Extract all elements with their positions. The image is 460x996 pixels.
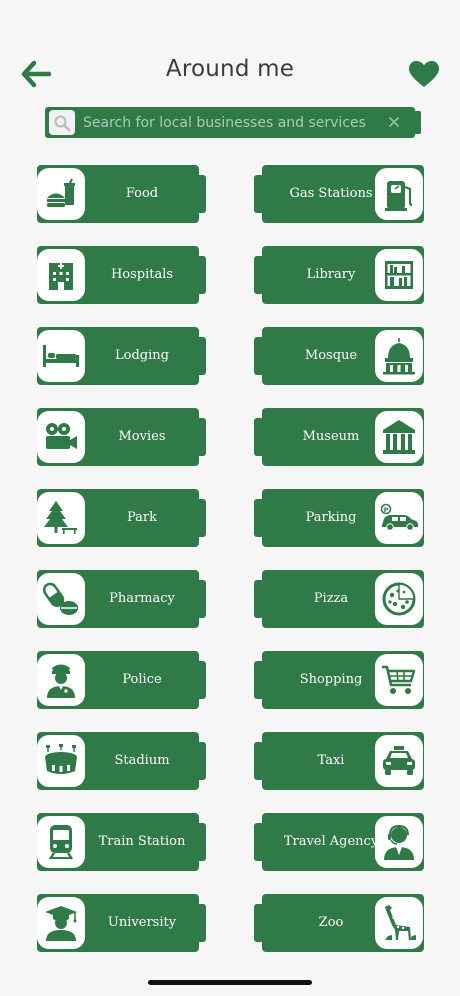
category-label: Shopping: [299, 672, 363, 687]
train-icon: [37, 816, 85, 868]
category-label: Pharmacy: [109, 591, 175, 606]
category-label: Lodging: [115, 348, 169, 363]
clear-search-button[interactable]: [385, 113, 403, 131]
category-tile-zoo[interactable]: Zoo: [254, 894, 424, 952]
category-label: Parking: [305, 510, 357, 525]
category-tile-park[interactable]: Park: [37, 489, 207, 547]
search-icon-box[interactable]: [49, 110, 75, 135]
search-bar: [45, 107, 421, 138]
pills-icon: [37, 573, 85, 625]
category-label: University: [107, 915, 177, 930]
category-label: Mosque: [304, 348, 358, 363]
favorites-button[interactable]: [404, 54, 444, 94]
category-label: Travel Agency: [283, 834, 379, 849]
category-tile-movies[interactable]: Movies: [37, 408, 207, 466]
category-label: Train Station: [98, 834, 186, 849]
category-tile-police[interactable]: Police: [37, 651, 207, 709]
home-indicator: [148, 980, 312, 985]
close-icon: [389, 117, 399, 127]
category-tile-gas-stations[interactable]: Gas Stations: [254, 165, 424, 223]
search-input[interactable]: [83, 107, 383, 138]
category-label: Gas Stations: [289, 186, 373, 201]
bed-icon: [37, 330, 85, 382]
graduate-icon: [37, 897, 85, 949]
stadium-icon: [37, 735, 85, 787]
category-tile-travel-agency[interactable]: Travel Agency: [254, 813, 424, 871]
category-tile-pizza[interactable]: Pizza: [254, 570, 424, 628]
around-me-screen: Around me Food Gas Stations Hospitals Libra…: [0, 0, 460, 996]
tree-icon: [37, 492, 85, 544]
category-label: Police: [122, 672, 162, 687]
film-camera-icon: [37, 411, 85, 463]
category-tile-food[interactable]: Food: [37, 165, 207, 223]
category-label: Hospitals: [110, 267, 174, 282]
category-tile-shopping[interactable]: Shopping: [254, 651, 424, 709]
category-tile-lodging[interactable]: Lodging: [37, 327, 207, 385]
category-label: Museum: [302, 429, 360, 444]
category-tile-museum[interactable]: Museum: [254, 408, 424, 466]
category-label: Food: [125, 186, 159, 201]
category-tile-university[interactable]: University: [37, 894, 207, 952]
hospital-icon: [37, 249, 85, 301]
page-title: Around me: [165, 56, 295, 82]
header: Around me: [0, 44, 460, 104]
category-tile-pharmacy[interactable]: Pharmacy: [37, 570, 207, 628]
food-icon: [37, 168, 85, 220]
magnifier-icon: [54, 115, 71, 131]
category-label: Zoo: [318, 915, 344, 930]
category-label: Movies: [118, 429, 166, 444]
police-officer-icon: [37, 654, 85, 706]
category-tile-library[interactable]: Library: [254, 246, 424, 304]
category-label: Taxi: [317, 753, 345, 768]
category-tile-mosque[interactable]: Mosque: [254, 327, 424, 385]
category-tile-train-station[interactable]: Train Station: [37, 813, 207, 871]
category-tile-taxi[interactable]: Taxi: [254, 732, 424, 790]
category-label: Library: [306, 267, 356, 282]
heart-icon: [409, 61, 439, 87]
category-tile-parking[interactable]: P Parking: [254, 489, 424, 547]
category-tile-stadium[interactable]: Stadium: [37, 732, 207, 790]
category-label: Pizza: [313, 591, 349, 606]
category-label: Park: [126, 510, 157, 525]
category-label: Stadium: [114, 753, 170, 768]
category-tile-hospitals[interactable]: Hospitals: [37, 246, 207, 304]
